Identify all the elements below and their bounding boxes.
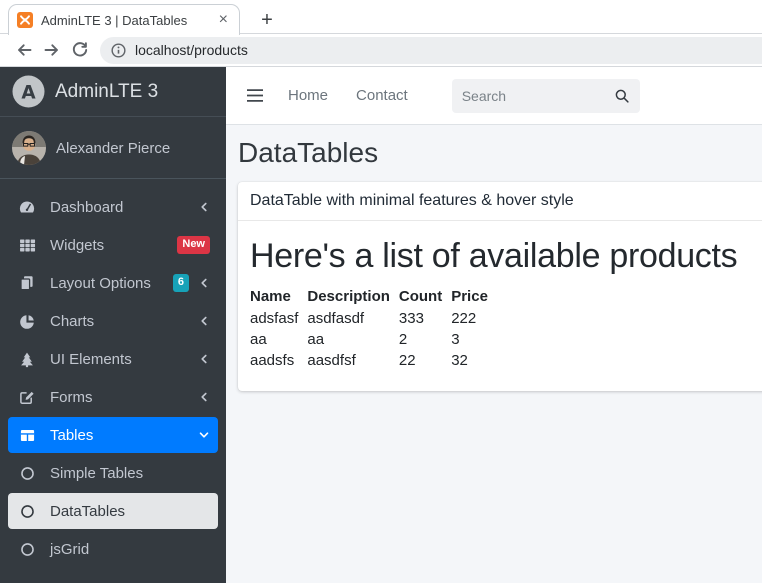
- table-cell: aasdfsf: [307, 350, 399, 371]
- products-table: NameDescriptionCountPriceadsfasfasdfasdf…: [250, 285, 497, 371]
- circle-icon: [16, 503, 38, 520]
- column-header: Price: [451, 285, 497, 308]
- products-heading: Here's a list of available products: [250, 237, 762, 276]
- table-cell: aa: [250, 329, 307, 350]
- sidebar-item-datatables[interactable]: DataTables: [8, 493, 218, 529]
- content-area: DataTables DataTable with minimal featur…: [226, 125, 762, 583]
- browser-tab-strip: AdminLTE 3 | DataTables × +: [0, 0, 762, 34]
- tachometer-icon: [16, 198, 38, 216]
- nav-link-contact[interactable]: Contact: [356, 87, 408, 104]
- search-icon[interactable]: [614, 88, 630, 104]
- datatable-card: DataTable with minimal features & hover …: [238, 182, 762, 391]
- sidebar-item-jsgrid[interactable]: jsGrid: [8, 531, 218, 567]
- chevron-down-icon: [198, 429, 210, 441]
- sidebar-nav: Dashboard Widgets New Layou: [0, 179, 226, 569]
- table-row[interactable]: adsfasfasdfasdf333222: [250, 308, 497, 329]
- table-cell: asdfasdf: [307, 308, 399, 329]
- reload-icon[interactable]: [66, 36, 94, 64]
- sidebar-item-simple-tables[interactable]: Simple Tables: [8, 455, 218, 491]
- column-header: Count: [399, 285, 451, 308]
- chevron-left-icon: [198, 201, 210, 213]
- sidebar-item-layout-options[interactable]: Layout Options 6: [8, 265, 218, 301]
- adminlte-logo-icon: A: [12, 75, 45, 108]
- circle-icon: [16, 541, 38, 558]
- new-tab-button[interactable]: +: [253, 6, 281, 34]
- brand-title: AdminLTE 3: [55, 81, 158, 103]
- tree-icon: [16, 351, 38, 368]
- column-header: Description: [307, 285, 399, 308]
- pie-chart-icon: [16, 313, 38, 330]
- column-header: Name: [250, 285, 307, 308]
- table-cell: adsfasf: [250, 308, 307, 329]
- table-cell: 3: [451, 329, 497, 350]
- hamburger-icon[interactable]: [246, 88, 264, 103]
- tab-close-icon[interactable]: ×: [216, 12, 231, 28]
- tab-favicon-icon: [17, 12, 33, 28]
- chevron-left-icon: [198, 315, 210, 327]
- table-cell: 222: [451, 308, 497, 329]
- address-bar[interactable]: localhost/products: [100, 37, 762, 64]
- sidebar-item-charts[interactable]: Charts: [8, 303, 218, 339]
- sidebar-item-tables[interactable]: Tables: [8, 417, 218, 453]
- grid-icon: [16, 237, 38, 254]
- page-title: DataTables: [238, 137, 762, 169]
- table-row[interactable]: aadsfsaasdfsf2232: [250, 350, 497, 371]
- table-cell: 22: [399, 350, 451, 371]
- user-name: Alexander Pierce: [56, 140, 170, 157]
- user-avatar: [12, 131, 46, 165]
- search-input[interactable]: [462, 88, 614, 104]
- table-cell: 333: [399, 308, 451, 329]
- chevron-left-icon: [198, 391, 210, 403]
- info-icon[interactable]: [110, 42, 127, 59]
- navbar-search: [452, 79, 640, 113]
- screen: AdminLTE 3 | DataTables × + localhost/pr…: [0, 0, 762, 584]
- sidebar-item-dashboard[interactable]: Dashboard: [8, 189, 218, 225]
- forward-icon[interactable]: [38, 36, 66, 64]
- table-icon: [16, 427, 38, 444]
- card-body: Here's a list of available products Name…: [238, 221, 762, 391]
- url-text: localhost/products: [135, 42, 248, 58]
- svg-text:A: A: [21, 82, 36, 103]
- card-header: DataTable with minimal features & hover …: [238, 182, 762, 221]
- table-cell: 2: [399, 329, 451, 350]
- tab-title: AdminLTE 3 | DataTables: [41, 13, 216, 28]
- table-cell: aadsfs: [250, 350, 307, 371]
- sidebar-item-forms[interactable]: Forms: [8, 379, 218, 415]
- user-panel[interactable]: Alexander Pierce: [0, 117, 226, 179]
- chevron-left-icon: [198, 353, 210, 365]
- table-row[interactable]: aaaa23: [250, 329, 497, 350]
- browser-toolbar: localhost/products: [0, 34, 762, 67]
- copy-icon: [16, 275, 38, 291]
- count-badge: 6: [173, 274, 189, 291]
- table-cell: aa: [307, 329, 399, 350]
- browser-tab[interactable]: AdminLTE 3 | DataTables ×: [8, 4, 240, 35]
- table-cell: 32: [451, 350, 497, 371]
- back-icon[interactable]: [10, 36, 38, 64]
- edit-icon: [16, 389, 38, 405]
- nav-link-home[interactable]: Home: [288, 87, 328, 104]
- top-navbar: Home Contact: [226, 67, 762, 125]
- circle-icon: [16, 465, 38, 482]
- sidebar-item-widgets[interactable]: Widgets New: [8, 227, 218, 263]
- sidebar: A AdminLTE 3: [0, 67, 226, 583]
- sidebar-item-ui-elements[interactable]: UI Elements: [8, 341, 218, 377]
- new-badge: New: [177, 236, 210, 253]
- main-area: Home Contact DataTables DataTable with m…: [226, 67, 762, 583]
- brand-link[interactable]: A AdminLTE 3: [0, 67, 226, 117]
- table-header-row: NameDescriptionCountPrice: [250, 285, 497, 308]
- chevron-left-icon: [198, 277, 210, 289]
